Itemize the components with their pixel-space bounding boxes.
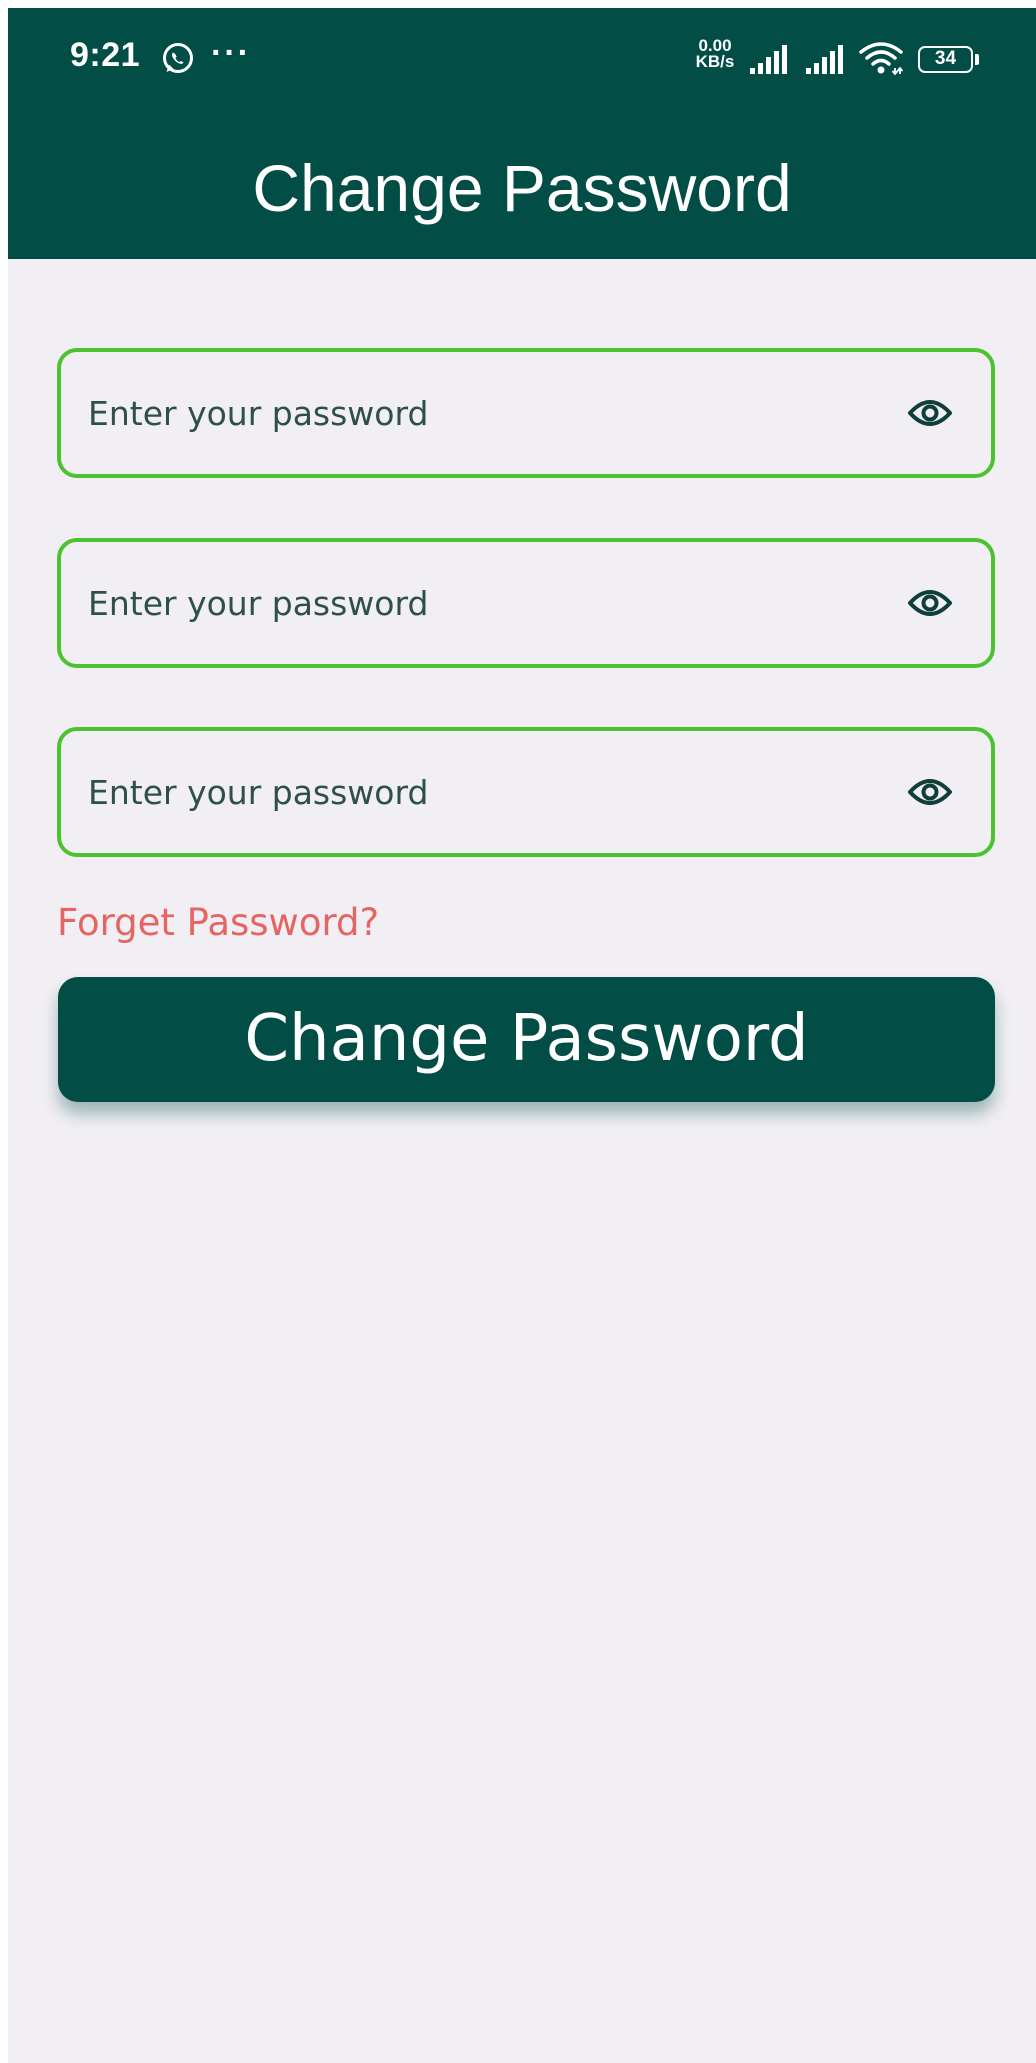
whatsapp-icon <box>163 43 193 73</box>
eye-icon[interactable] <box>907 586 953 620</box>
app-bar: 9:21 ··· 0.00 KB/s 34 Change Password <box>8 8 1036 259</box>
new-password-input[interactable] <box>88 542 888 664</box>
network-speed: 0.00 KB/s <box>688 37 742 71</box>
eye-icon[interactable] <box>907 396 953 430</box>
battery-tip <box>975 54 979 65</box>
forgot-password-link[interactable]: Forget Password? <box>57 898 379 948</box>
eye-icon[interactable] <box>907 775 953 809</box>
current-password-field <box>57 348 995 478</box>
confirm-password-input[interactable] <box>88 731 888 853</box>
signal-icon <box>750 45 787 74</box>
battery-icon: 34 <box>918 46 973 73</box>
change-password-button[interactable]: Change Password <box>58 977 995 1102</box>
status-bar: 9:21 ··· 0.00 KB/s 34 <box>8 8 1036 108</box>
confirm-password-field <box>57 727 995 857</box>
more-notifications-indicator: ··· <box>211 34 251 72</box>
wifi-icon <box>859 42 903 76</box>
screen: 9:21 ··· 0.00 KB/s 34 Change Password Fo… <box>8 8 1036 2063</box>
current-password-input[interactable] <box>88 352 888 474</box>
new-password-field <box>57 538 995 668</box>
signal-icon <box>806 45 843 74</box>
network-speed-unit: KB/s <box>695 52 735 71</box>
page-title: Change Password <box>252 151 792 225</box>
status-time: 9:21 <box>70 36 141 74</box>
